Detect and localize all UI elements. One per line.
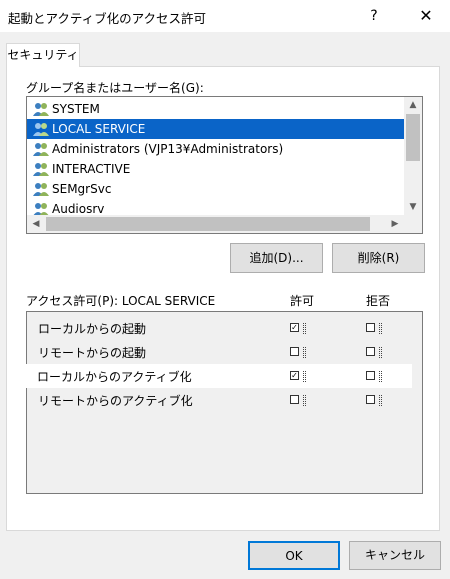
close-button[interactable]: ✕	[406, 3, 446, 29]
permissions-list: ローカルからの起動 ✓ リモートからの起動 ローカルからのアクティブ化 ✓ リモ…	[26, 311, 423, 494]
window-title: 起動とアクティブ化のアクセス許可	[8, 11, 207, 26]
focus-dots	[303, 323, 306, 334]
deny-checkbox[interactable]	[366, 347, 375, 356]
permission-row: リモートからのアクティブ化	[27, 388, 422, 412]
allow-checkbox[interactable]	[290, 395, 299, 404]
focus-dots	[379, 395, 382, 406]
deny-checkbox[interactable]	[366, 371, 375, 380]
list-item[interactable]: SYSTEM	[27, 99, 404, 119]
user-group-icon	[33, 123, 49, 136]
permission-row: リモートからの起動	[27, 340, 422, 364]
list-item-label: Administrators (VJP13¥Administrators)	[52, 142, 284, 156]
focus-dots	[379, 323, 382, 334]
allow-checkbox[interactable]: ✓	[290, 371, 299, 380]
deny-checkbox[interactable]	[366, 395, 375, 404]
list-item-label: LOCAL SERVICE	[52, 122, 146, 136]
user-group-icon	[33, 103, 49, 116]
user-group-icon	[33, 143, 49, 156]
group-listbox[interactable]: SYSTEM LOCAL SERVICE Administrators (VJP…	[26, 96, 423, 234]
list-item-label: INTERACTIVE	[52, 162, 131, 176]
focus-dots	[303, 347, 306, 358]
allow-checkbox[interactable]: ✓	[290, 323, 299, 332]
allow-column-header: 許可	[290, 294, 315, 308]
focus-dots	[379, 371, 382, 382]
permission-row: ローカルからの起動 ✓	[27, 316, 422, 340]
scroll-right-icon[interactable]: ▶	[386, 215, 404, 233]
deny-column-header: 拒否	[366, 294, 391, 308]
focus-dots	[303, 371, 306, 382]
focus-dots	[379, 347, 382, 358]
user-group-icon	[33, 183, 49, 196]
group-list-label: グループ名またはユーザー名(G):	[26, 81, 204, 95]
list-item[interactable]: SEMgrSvc	[27, 179, 404, 199]
permissions-label: アクセス許可(P): LOCAL SERVICE	[26, 294, 216, 308]
list-item[interactable]: Administrators (VJP13¥Administrators)	[27, 139, 404, 159]
horizontal-scrollbar[interactable]: ◀ ▶	[27, 215, 422, 233]
tab-security[interactable]: セキュリティ	[6, 43, 80, 67]
ok-button[interactable]: OK	[248, 541, 340, 570]
scroll-up-icon[interactable]: ▲	[404, 97, 422, 113]
add-button[interactable]: 追加(D)...	[230, 243, 323, 273]
cancel-button[interactable]: キャンセル	[349, 541, 441, 570]
list-item[interactable]: INTERACTIVE	[27, 159, 404, 179]
horizontal-scroll-thumb[interactable]	[46, 217, 370, 231]
user-group-icon	[33, 163, 49, 176]
allow-checkbox[interactable]	[290, 347, 299, 356]
list-item-selected[interactable]: LOCAL SERVICE	[27, 119, 404, 139]
permission-row-highlighted: ローカルからのアクティブ化 ✓	[26, 364, 412, 388]
vertical-scroll-thumb[interactable]	[406, 114, 420, 161]
user-group-icon	[33, 203, 49, 216]
permission-name: リモートからのアクティブ化	[38, 394, 193, 408]
help-button[interactable]: ?	[360, 3, 388, 29]
focus-dots	[303, 395, 306, 406]
vertical-scrollbar[interactable]: ▲ ▼	[404, 97, 422, 215]
scroll-down-icon[interactable]: ▼	[404, 199, 422, 215]
permission-name: リモートからの起動	[38, 346, 147, 360]
permission-name: ローカルからのアクティブ化	[37, 370, 192, 384]
list-item-label: SEMgrSvc	[52, 182, 112, 196]
deny-checkbox[interactable]	[366, 323, 375, 332]
scroll-left-icon[interactable]: ◀	[27, 215, 45, 233]
list-item-label: SYSTEM	[52, 102, 100, 116]
permission-name: ローカルからの起動	[38, 322, 147, 336]
remove-button[interactable]: 削除(R)	[332, 243, 425, 273]
